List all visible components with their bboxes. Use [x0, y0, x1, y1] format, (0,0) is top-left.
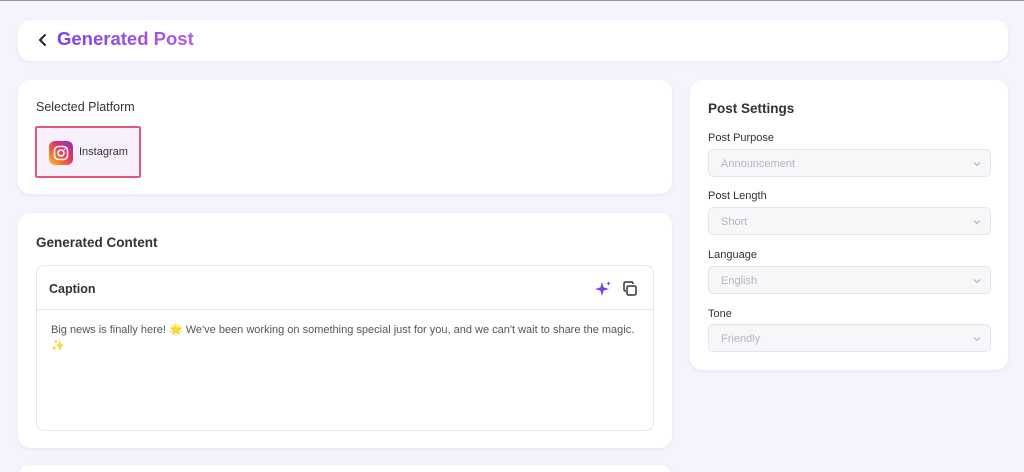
- back-button[interactable]: [34, 31, 52, 49]
- post-settings-title: Post Settings: [708, 101, 795, 116]
- caption-textarea[interactable]: Big news is finally here! 🌟 We've been w…: [51, 322, 641, 354]
- chevron-down-icon: [973, 162, 981, 167]
- language-select[interactable]: English: [708, 266, 991, 294]
- chevron-left-icon: [39, 34, 46, 46]
- caption-box: Caption Big news is finally here! 🌟 We'v…: [36, 265, 654, 431]
- tone-value: Friendly: [721, 333, 761, 345]
- post-purpose-label: Post Purpose: [708, 132, 775, 144]
- post-settings-card: Post Settings Post Purpose Announcement …: [690, 80, 1008, 370]
- page-header: Generated Post: [18, 20, 1008, 61]
- language-value: English: [721, 275, 758, 287]
- generated-content-card: Generated Content Caption Big news is fi…: [18, 213, 672, 448]
- page-title: Generated Post: [57, 28, 194, 49]
- post-purpose-select[interactable]: Announcement: [708, 149, 991, 177]
- tone-label: Tone: [708, 308, 732, 320]
- post-purpose-value: Announcement: [721, 158, 795, 170]
- copy-icon: [623, 281, 637, 296]
- sparkle-icon: [595, 281, 611, 296]
- chevron-down-icon: [973, 279, 981, 284]
- caption-title: Caption: [49, 282, 96, 296]
- post-length-label: Post Length: [708, 190, 767, 202]
- chevron-down-icon: [973, 220, 981, 225]
- tone-select[interactable]: Friendly: [708, 324, 991, 352]
- regenerate-button[interactable]: [593, 279, 613, 299]
- chevron-down-icon: [973, 337, 981, 342]
- generated-content-title: Generated Content: [36, 235, 158, 250]
- selected-platform-label: Selected Platform: [36, 100, 135, 114]
- language-label: Language: [708, 249, 757, 261]
- platform-name: Instagram: [79, 146, 128, 158]
- instagram-icon: [49, 141, 73, 165]
- post-length-value: Short: [721, 216, 748, 228]
- post-length-select[interactable]: Short: [708, 207, 991, 235]
- platform-card: Selected Platform Instagram: [18, 80, 672, 194]
- platform-chip-instagram[interactable]: Instagram: [35, 126, 141, 178]
- next-section-card: [18, 465, 672, 472]
- caption-header: Caption: [37, 266, 653, 310]
- copy-button[interactable]: [620, 279, 640, 299]
